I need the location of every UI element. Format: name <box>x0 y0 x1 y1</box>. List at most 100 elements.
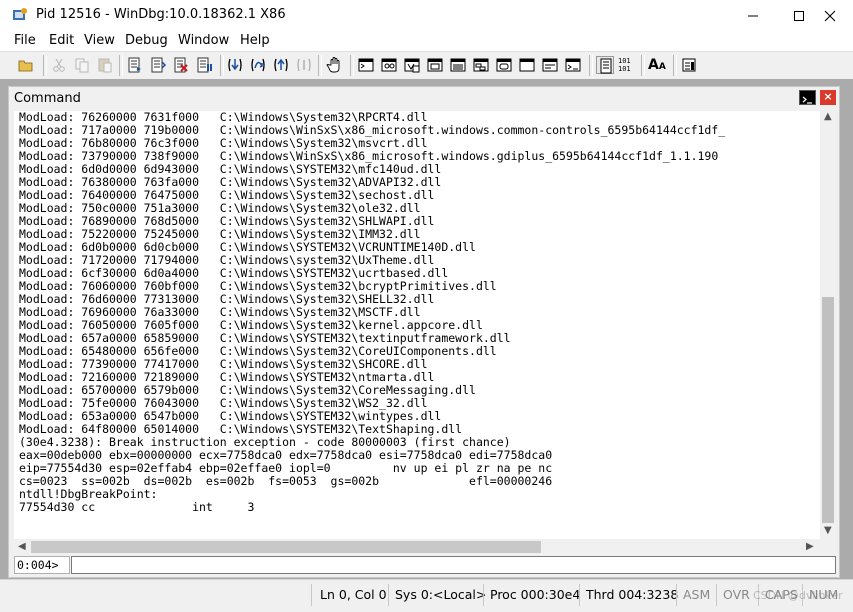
command-prompt-icon <box>802 96 812 104</box>
font-icon-small-letter: A <box>658 62 666 72</box>
scroll-up-icon[interactable]: ▲ <box>824 111 832 122</box>
step-into-icon <box>228 58 242 72</box>
call-stack-window-button[interactable] <box>472 56 490 74</box>
menu-window[interactable]: Window <box>178 33 229 48</box>
registers-window-button[interactable] <box>426 56 444 74</box>
options-button[interactable] <box>680 56 698 74</box>
scroll-right-icon[interactable]: ▶ <box>806 541 814 552</box>
scroll-left-icon[interactable]: ◀ <box>18 541 26 552</box>
hex-mode-button[interactable]: 101 101 <box>618 56 636 74</box>
status-system: Sys 0:<Local> <box>395 587 487 602</box>
status-divider <box>311 584 312 606</box>
restart-button[interactable] <box>149 56 167 74</box>
command-browser-icon <box>565 58 581 72</box>
status-asm: ASM <box>683 587 711 602</box>
status-bar: Ln 0, Col 0 Sys 0:<Local> Proc 000:30e4 … <box>0 579 853 612</box>
minimize-icon <box>748 15 758 16</box>
disassembly-window-icon <box>496 58 512 72</box>
status-divider <box>716 584 717 606</box>
toolbar-separator <box>350 55 354 76</box>
command-input-row: 0:004> <box>14 556 836 574</box>
minimize-button[interactable] <box>730 0 776 31</box>
copy-button[interactable] <box>73 56 91 74</box>
stop-debugging-icon <box>174 57 188 73</box>
menu-view[interactable]: View <box>84 33 115 48</box>
status-divider <box>388 584 389 606</box>
disassembly-window-button[interactable] <box>495 56 513 74</box>
command-window-title: Command <box>14 91 81 106</box>
cut-icon <box>53 58 65 72</box>
maximize-icon <box>794 10 804 21</box>
command-prompt-label: 0:004> <box>14 556 70 574</box>
memory-window-icon <box>450 58 466 72</box>
call-stack-window-icon <box>473 58 489 72</box>
hex-mode-icon: 101 101 <box>618 57 631 73</box>
watch-window-icon <box>381 58 397 72</box>
vertical-scrollbar[interactable]: ▲ ▼ <box>820 111 837 539</box>
command-window-button[interactable] <box>357 56 375 74</box>
window-title: Pid 12516 - WinDbg:10.0.18362.1 X86 <box>36 7 286 22</box>
command-window-close-button[interactable]: × <box>820 90 836 105</box>
source-mode-button[interactable] <box>596 56 614 74</box>
font-icon: AA <box>648 56 670 74</box>
menu-edit[interactable]: Edit <box>49 33 74 48</box>
run-to-cursor-button[interactable] <box>295 56 313 74</box>
watch-window-button[interactable] <box>380 56 398 74</box>
processes-threads-button[interactable] <box>541 56 559 74</box>
status-divider <box>676 584 677 606</box>
close-window-button[interactable] <box>807 0 853 31</box>
close-icon <box>824 10 836 21</box>
command-browser-button[interactable] <box>564 56 582 74</box>
status-ovr: OVR <box>723 587 750 602</box>
hand-icon <box>326 57 340 73</box>
locals-window-icon <box>404 58 420 73</box>
status-divider <box>579 584 580 606</box>
command-window-icon <box>358 58 374 72</box>
open-icon <box>18 60 33 72</box>
watermark: CSDN @dvlinker <box>753 589 843 602</box>
toolbar-separator <box>119 55 123 76</box>
run-to-cursor-icon <box>297 58 311 72</box>
step-over-icon <box>251 58 265 72</box>
horizontal-scrollbar-thumb[interactable] <box>31 541 541 553</box>
status-process: Proc 000:30e4 <box>490 587 581 602</box>
toolbar-separator <box>43 55 47 76</box>
command-window: Command × ModLoad: 76260000 7631f000 C:\… <box>8 86 840 578</box>
step-over-button[interactable] <box>249 56 267 74</box>
command-window-menu-button[interactable] <box>799 90 816 105</box>
horizontal-scrollbar[interactable]: ◀ ▶ <box>14 539 820 555</box>
output-line: 77554d30 cc int 3 <box>19 500 255 514</box>
paste-icon <box>98 58 112 73</box>
step-out-button[interactable] <box>272 56 290 74</box>
windbg-app-icon <box>13 8 27 20</box>
copy-icon <box>75 58 89 73</box>
command-output[interactable]: ModLoad: 76260000 7631f000 C:\Windows\Sy… <box>14 111 820 539</box>
open-button[interactable] <box>17 56 35 74</box>
title-bar: Pid 12516 - WinDbg:10.0.18362.1 X86 <box>0 0 853 32</box>
menu-file[interactable]: File <box>14 33 36 48</box>
processes-threads-icon <box>542 58 558 72</box>
menu-debug[interactable]: Debug <box>125 33 168 48</box>
cut-button[interactable] <box>50 56 68 74</box>
toolbar-separator <box>220 55 224 76</box>
hand-button[interactable] <box>326 56 344 74</box>
locals-window-button[interactable] <box>403 56 421 74</box>
break-icon <box>197 57 212 73</box>
memory-window-button[interactable] <box>449 56 467 74</box>
scratch-pad-button[interactable] <box>518 56 536 74</box>
font-button[interactable]: AA <box>648 56 666 74</box>
scroll-down-icon[interactable]: ▼ <box>824 525 832 536</box>
menu-help[interactable]: Help <box>240 33 270 48</box>
toolbar: 101 101 AA <box>0 51 853 80</box>
go-button[interactable] <box>126 56 144 74</box>
stop-debugging-button[interactable] <box>172 56 190 74</box>
vertical-scrollbar-thumb[interactable] <box>822 297 834 523</box>
toolbar-separator <box>589 55 593 76</box>
step-into-button[interactable] <box>226 56 244 74</box>
toolbar-separator <box>318 55 322 76</box>
break-button[interactable] <box>195 56 213 74</box>
workspace-area: Command × ModLoad: 76260000 7631f000 C:\… <box>0 79 853 579</box>
status-divider <box>483 584 484 606</box>
command-input[interactable] <box>71 556 836 574</box>
paste-button[interactable] <box>96 56 114 74</box>
